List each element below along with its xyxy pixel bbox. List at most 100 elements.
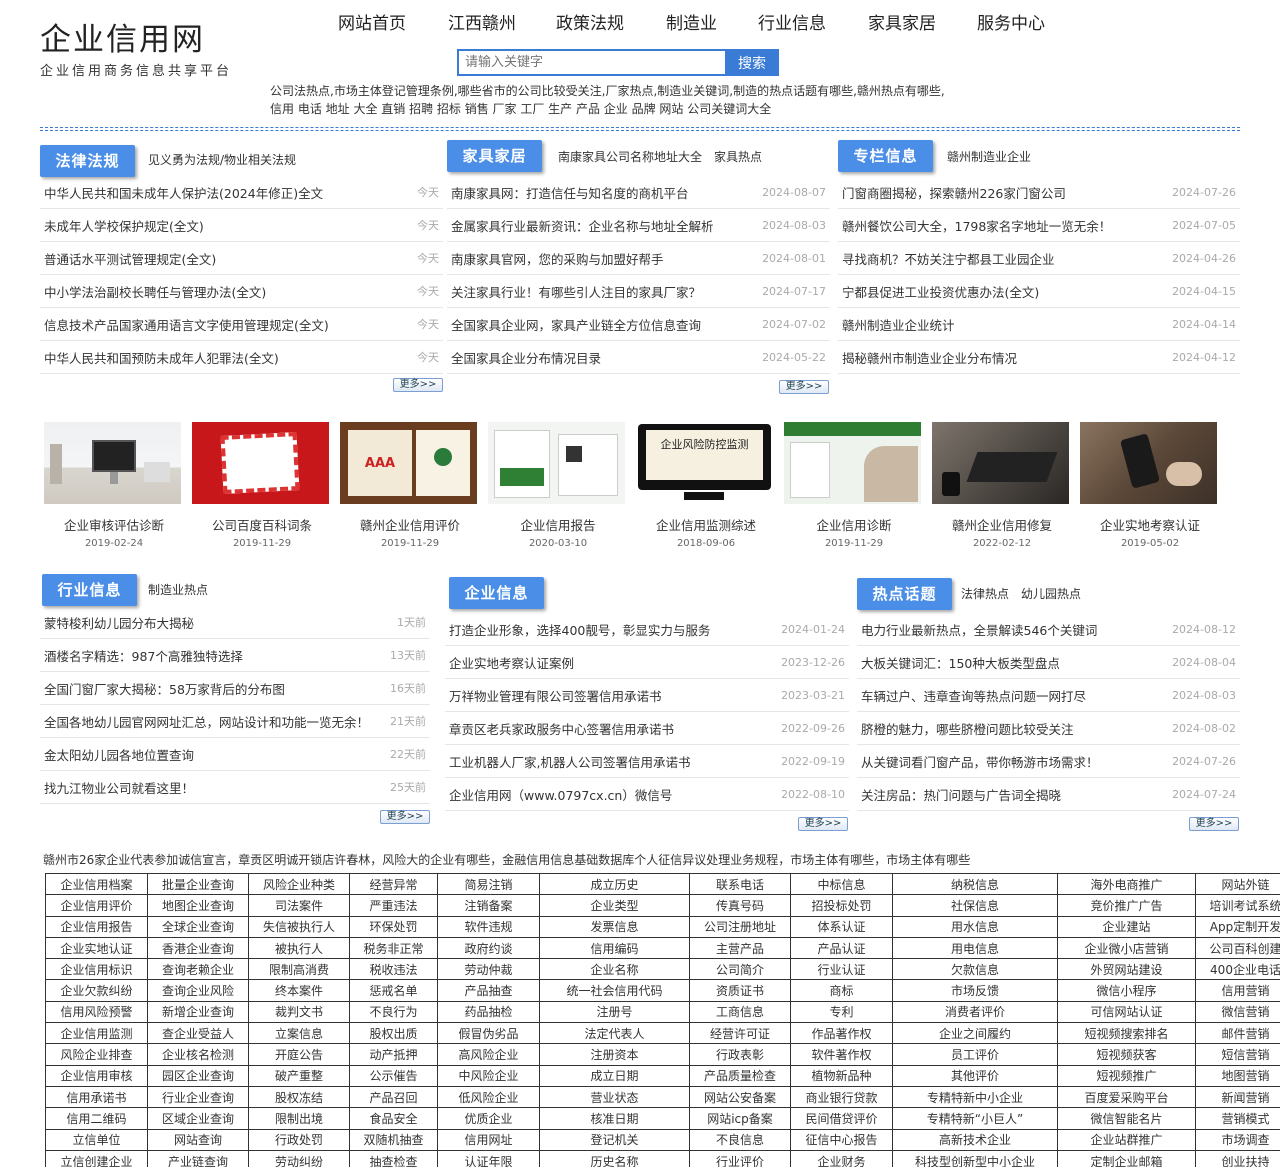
credit-diagnosis-image[interactable]	[784, 422, 921, 504]
keyword-link[interactable]: 竞价推广广告	[1057, 894, 1196, 917]
keyword-link[interactable]: 产品召回	[349, 1085, 438, 1109]
keyword-link[interactable]: 行政处罚	[248, 1128, 350, 1151]
keyword-link[interactable]: 定制企业邮箱	[1057, 1149, 1196, 1167]
keyword-link[interactable]: 海外电商推广	[1057, 872, 1196, 896]
nav-industry-info[interactable]: 行业信息	[758, 9, 868, 34]
keyword-link[interactable]: 法定代表人	[539, 1022, 690, 1045]
keyword-link[interactable]: 短信营销	[1195, 1043, 1280, 1066]
keyword-link[interactable]: 限制高消费	[248, 958, 350, 981]
keyword-link[interactable]: 统一社会信用代码	[539, 979, 690, 1002]
keyword-link[interactable]: 开庭公告	[248, 1043, 350, 1066]
keyword-link[interactable]: 优质企业	[437, 1107, 540, 1130]
keyword-link[interactable]: 劳动仲裁	[437, 958, 540, 981]
keyword-link[interactable]: 新增企业查询	[147, 1000, 249, 1024]
keyword-link[interactable]: 信用编码	[539, 936, 690, 960]
keyword-link[interactable]: 企业建站	[1057, 915, 1196, 938]
gallery-item[interactable]: AAA 赣州企业信用评价 2019-11-29	[336, 422, 484, 549]
keyword-link[interactable]: 企业核名检测	[147, 1043, 249, 1066]
keyword-link[interactable]: 商标	[790, 979, 893, 1002]
gallery-item[interactable]: 企业审核评估诊断 2019-02-24	[40, 422, 188, 549]
keyword-link[interactable]: 用水信息	[892, 915, 1058, 938]
list-item[interactable]: 蒙特梭利幼儿园分布大揭秘 1天前	[40, 606, 430, 639]
keyword-link[interactable]: 信用承诺书	[45, 1085, 148, 1109]
keyword-link[interactable]: 终本案件	[248, 979, 350, 1002]
list-item[interactable]: 中华人民共和国预防未成年人犯罪法(全文) 今天	[40, 341, 443, 374]
list-item[interactable]: 全国家具企业网，家具产业链全方位信息查询 2024-07-02	[447, 308, 830, 341]
keyword-link[interactable]: 传真号码	[689, 894, 791, 917]
gallery-caption[interactable]: 公司百度百科词条	[188, 515, 336, 534]
keyword-link[interactable]: 企业财务	[790, 1149, 893, 1167]
list-item-title[interactable]: 电力行业最新热点，全景解读546个关键词	[857, 620, 1097, 639]
list-item[interactable]: 大板关键词汇：150种大板类型盘点 2024-08-04	[857, 646, 1240, 679]
keyword-link[interactable]: 高新技术企业	[892, 1128, 1058, 1151]
list-item[interactable]: 寻找商机？不妨关注宁都县工业园企业 2024-04-26	[838, 242, 1240, 275]
list-item-title[interactable]: 关注房品：热门问题与广告词全揭晓	[857, 785, 1061, 804]
nav-home[interactable]: 网站首页	[338, 9, 448, 34]
keyword-link[interactable]: 软件著作权	[790, 1043, 893, 1066]
list-item[interactable]: 万祥物业管理有限公司签署信用承诺书 2023-03-21	[445, 679, 849, 712]
keyword-link[interactable]: 信用营销	[1195, 979, 1280, 1002]
list-item[interactable]: 门窗商圈揭秘，探索赣州226家门窗公司 2024-07-26	[838, 176, 1240, 209]
keyword-link[interactable]: 消费者评价	[892, 1000, 1058, 1024]
keyword-link[interactable]: 培训考试系统	[1195, 894, 1280, 917]
keyword-link[interactable]: 双随机抽查	[349, 1128, 438, 1151]
keyword-link[interactable]: 邮件营销	[1195, 1022, 1280, 1045]
list-item[interactable]: 宁都县促进工业投资优惠办法(全文) 2024-04-15	[838, 275, 1240, 308]
list-item[interactable]: 全国门窗厂家大揭秘：58万家背后的分布图 16天前	[40, 672, 430, 705]
keyword-link[interactable]: 短视频搜索排名	[1057, 1022, 1196, 1045]
list-item[interactable]: 全国各地幼儿园官网网址汇总，网站设计和功能一览无余！ 21天前	[40, 705, 430, 738]
list-item-title[interactable]: 全国门窗厂家大揭秘：58万家背后的分布图	[40, 679, 285, 698]
law-sublinks[interactable]: 见义勇为法规/物业相关法规	[148, 151, 308, 168]
keyword-link[interactable]: 员工评价	[892, 1043, 1058, 1066]
keyword-link[interactable]: 抽查检查	[349, 1149, 438, 1167]
keyword-link[interactable]: 区域企业查询	[147, 1107, 249, 1130]
list-item-title[interactable]: 全国各地幼儿园官网网址汇总，网站设计和功能一览无余！	[40, 712, 369, 731]
keyword-link[interactable]: 短视频推广	[1057, 1064, 1196, 1087]
keyword-link[interactable]: 立案信息	[248, 1022, 350, 1045]
keyword-link[interactable]: 植物新品种	[790, 1064, 893, 1087]
hot-sublinks[interactable]: 法律热点 幼儿园热点	[961, 585, 1093, 602]
hot-search-line[interactable]: 赣州市26家企业代表参加诚信宣言，章贡区明诚开锁店许春林，风险大的企业有哪些，金…	[43, 851, 970, 868]
furniture-sublinks[interactable]: 南康家具公司名称地址大全 家具热点	[558, 148, 774, 165]
hot-keywords-line[interactable]: 公司法热点,市场主体登记管理条例,哪些省市的公司比较受关注,厂家热点,制造业关键…	[270, 82, 945, 99]
gallery-caption[interactable]: 企业审核评估诊断	[40, 515, 188, 534]
keyword-link[interactable]: 欠款信息	[892, 958, 1058, 981]
keyword-link[interactable]: 网站外链	[1195, 872, 1280, 896]
keyword-link[interactable]: 股权冻结	[248, 1085, 350, 1109]
keyword-link[interactable]: 查询老赖企业	[147, 958, 249, 981]
list-item-title[interactable]: 中华人民共和国预防未成年人犯罪法(全文)	[40, 348, 279, 367]
search-input[interactable]	[457, 49, 725, 76]
keyword-link[interactable]: 动产抵押	[349, 1043, 438, 1066]
keyword-link[interactable]: 400企业电话	[1195, 958, 1280, 981]
keyword-link[interactable]: 历史名称	[539, 1149, 690, 1167]
nav-furniture[interactable]: 家具家居	[868, 9, 977, 34]
keyword-link[interactable]: 公司注册地址	[689, 915, 791, 938]
keyword-link[interactable]: App定制开发	[1195, 915, 1280, 938]
gallery-item[interactable]: 赣州企业信用修复 2022-02-12	[928, 422, 1076, 549]
list-item-title[interactable]: 未成年人学校保护规定(全文)	[40, 216, 204, 235]
list-item-title[interactable]: 南康家具网：打造信任与知名度的商机平台	[447, 183, 689, 202]
list-item[interactable]: 南康家具官网，您的采购与加盟好帮手 2024-08-01	[447, 242, 830, 275]
keyword-link[interactable]: 注销备案	[437, 894, 540, 917]
keyword-link[interactable]: 民间借贷评价	[790, 1107, 893, 1130]
keyword-link[interactable]: 纳税信息	[892, 872, 1058, 896]
keyword-link[interactable]: 药品抽检	[437, 1000, 540, 1024]
keyword-link[interactable]: 行政表彰	[689, 1043, 791, 1066]
keyword-category-line[interactable]: 信用 电话 地址 大全 直销 招聘 招标 销售 厂家 工厂 生产 产品 企业 品…	[270, 100, 771, 117]
keyword-link[interactable]: 企业信用监测	[45, 1022, 148, 1045]
list-item-title[interactable]: 门窗商圈揭秘，探索赣州226家门窗公司	[838, 183, 1066, 202]
keyword-link[interactable]: 注册资本	[539, 1043, 690, 1066]
keyword-link[interactable]: 网站查询	[147, 1128, 249, 1151]
keyword-link[interactable]: 全球企业查询	[147, 915, 249, 938]
nav-service-center[interactable]: 服务中心	[977, 9, 1045, 34]
keyword-link[interactable]: 产品认证	[790, 936, 893, 960]
list-item[interactable]: 未成年人学校保护规定(全文) 今天	[40, 209, 443, 242]
keyword-link[interactable]: 企业信用审核	[45, 1064, 148, 1087]
keyword-link[interactable]: 新闻营销	[1195, 1085, 1280, 1109]
keyword-link[interactable]: 软件违规	[437, 915, 540, 938]
laptop-image[interactable]	[932, 422, 1069, 504]
hot-section-title[interactable]: 热点话题	[857, 578, 952, 610]
gallery-item[interactable]: 企业信用报告 2020-03-10	[484, 422, 632, 549]
list-item[interactable]: 企业实地考察认证案例 2023-12-26	[445, 646, 849, 679]
aaa-certificate-image[interactable]: AAA	[340, 422, 477, 504]
